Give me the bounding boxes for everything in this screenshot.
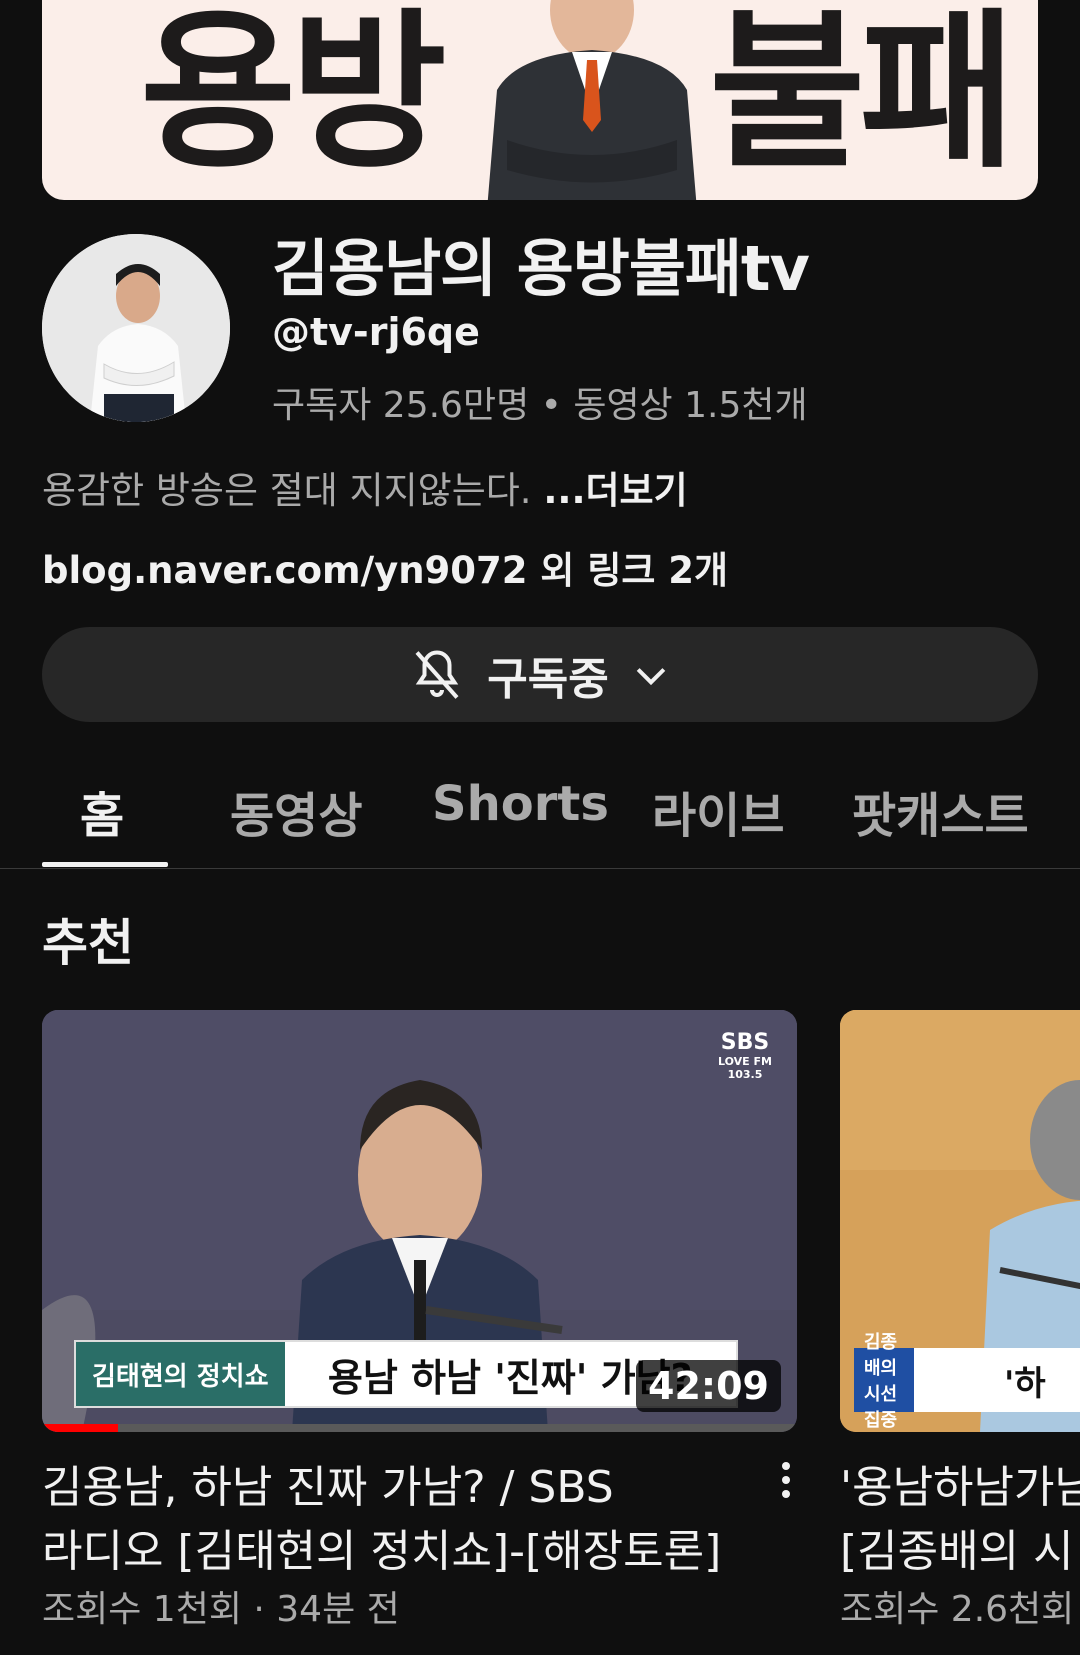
video-meta: 조회수 1천회 · 34분 전 — [42, 1589, 400, 1630]
sbs-logo-sub: LOVE FM 103.5 — [718, 1055, 772, 1081]
description-text: 용감한 방송은 절대 지지않는다. — [42, 469, 544, 512]
sbs-logo-text: SBS — [720, 1030, 770, 1055]
channel-tabs: 홈 동영상 Shorts 라이브 팟캐스트 — [0, 758, 1080, 869]
channel-avatar[interactable] — [42, 234, 230, 422]
watch-progress-fill — [42, 1424, 118, 1432]
video-title-2[interactable]: '용남하남가남 [김종배의 시 — [840, 1456, 1080, 1584]
watch-progress-bar — [42, 1424, 797, 1432]
video-thumbnail-2[interactable]: 김종배의 시선집중 '하 — [840, 1010, 1080, 1432]
channel-description[interactable]: 용감한 방송은 절대 지지않는다. ...더보기 — [42, 460, 688, 514]
chevron-down-icon — [636, 667, 665, 685]
subscribe-label: 구독중 — [487, 653, 609, 705]
active-tab-indicator — [42, 862, 168, 867]
more-options-icon[interactable] — [776, 1458, 796, 1508]
show-badge-2: 김종배의 시선집중 — [854, 1332, 914, 1431]
channel-links[interactable]: blog.naver.com/yn9072 외 링크 2개 — [42, 540, 728, 594]
video-title-2-line1: '용남하남가남 — [840, 1462, 1080, 1513]
tab-videos[interactable]: 동영상 — [230, 776, 362, 846]
video-meta-2: 조회수 2.6천회 — [840, 1589, 1075, 1630]
thumbnail-headline-2: '하 — [1004, 1363, 1046, 1404]
banner-text-left: 용방 — [140, 0, 447, 192]
bell-off-icon — [415, 649, 459, 699]
thumbnail-lower-third-2: 김종배의 시선집중 '하 — [854, 1332, 1080, 1431]
tab-live[interactable]: 라이브 — [652, 776, 784, 846]
subscribed-button[interactable]: 구독중 — [42, 627, 1038, 722]
video-title[interactable]: 김용남, 하남 진짜 가남? / SBS 라디오 [김태현의 정치쇼]-[해장토… — [42, 1456, 721, 1584]
channel-name: 김용남의 용방불패tv — [272, 232, 810, 305]
tab-home[interactable]: 홈 — [80, 776, 124, 846]
video-title-line2: 라디오 [김태현의 정치쇼]-[해장토론] — [42, 1526, 722, 1577]
video-thumbnail[interactable]: 김태현의 정치쇼 용남 하남 '진짜' 가남? SBS LOVE FM 103.… — [42, 1010, 797, 1432]
banner-text-right: 불패 — [709, 0, 1016, 192]
video-title-2-line2: [김종배의 시 — [840, 1526, 1074, 1577]
banner-person-image — [487, 0, 697, 200]
section-title-recommended: 추천 — [42, 914, 134, 972]
channel-banner: 용방 불패 — [42, 0, 1038, 200]
video-duration: 42:09 — [636, 1360, 781, 1412]
tab-shorts[interactable]: Shorts — [432, 776, 609, 832]
channel-handle: @tv-rj6qe — [272, 310, 480, 354]
channel-stats: 구독자 25.6만명 • 동영상 1.5천개 — [272, 385, 808, 426]
tab-podcasts[interactable]: 팟캐스트 — [852, 776, 1029, 846]
show-badge: 김태현의 정치쇼 — [76, 1342, 285, 1406]
sbs-logo: SBS LOVE FM 103.5 — [715, 1030, 775, 1081]
avatar-image — [42, 234, 230, 422]
video-title-line1: 김용남, 하남 진짜 가남? / SBS — [42, 1462, 614, 1513]
more-link[interactable]: ...더보기 — [543, 469, 687, 512]
